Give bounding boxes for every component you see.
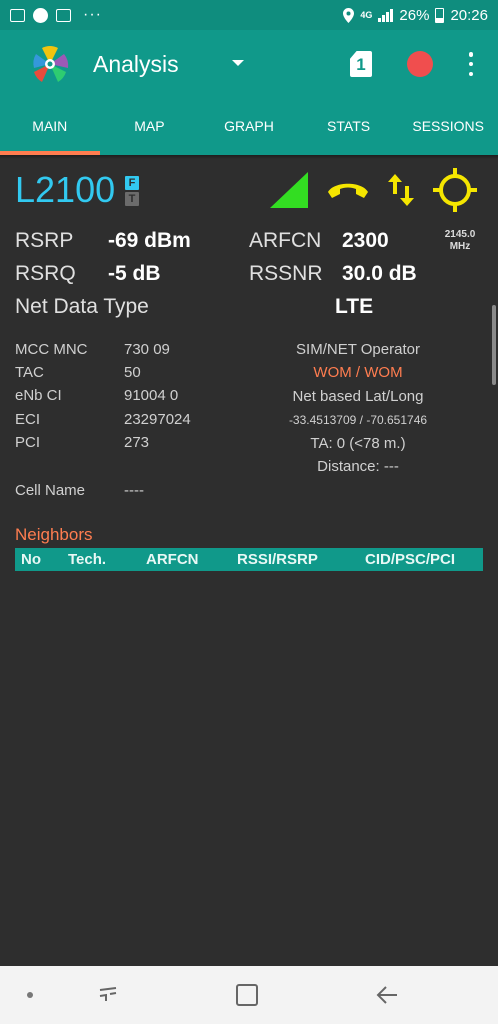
- dropdown-arrow-icon[interactable]: [232, 60, 244, 66]
- enb-ci-label: eNb CI: [15, 387, 62, 404]
- tac-label: TAC: [15, 364, 44, 381]
- cell-name-label: Cell Name: [15, 482, 86, 499]
- cell-signal-icon: [378, 8, 394, 22]
- column-tech: Tech.: [68, 551, 107, 568]
- arfcn-value: 2300: [342, 229, 389, 252]
- tab-stats[interactable]: STATS: [299, 100, 399, 155]
- eci-value: 23297024: [124, 411, 191, 428]
- technology-label: L2100: [15, 169, 116, 210]
- rsrq-value: -5 dB: [108, 262, 161, 285]
- crosshair-icon[interactable]: [433, 168, 477, 212]
- battery-icon: [435, 7, 445, 23]
- sim-card-icon[interactable]: 1: [350, 51, 372, 77]
- net-data-type-label: Net Data Type: [15, 295, 149, 318]
- badge-f: F: [125, 176, 139, 190]
- wom-notification-icon: [33, 7, 48, 23]
- app-bar: Analysis 1: [0, 30, 498, 100]
- distance: Distance: ---: [317, 458, 399, 475]
- pci-label: PCI: [15, 434, 41, 451]
- band-badges: F T: [125, 176, 139, 208]
- pci-value: 273: [124, 434, 150, 451]
- rsrp-value: -69 dBm: [108, 229, 191, 252]
- gallery-notification-icon: [10, 8, 25, 22]
- mcc-mnc-value: 730 09: [124, 341, 170, 358]
- nav-dot-icon[interactable]: [27, 992, 33, 998]
- eci-label: ECI: [15, 411, 41, 428]
- tab-main[interactable]: MAIN: [0, 100, 100, 155]
- clock: 20:26: [450, 6, 488, 24]
- badge-t: T: [125, 192, 139, 206]
- column-no: No: [21, 551, 41, 568]
- frequency: 2145.0 MHz: [440, 229, 480, 253]
- tab-map[interactable]: MAP: [100, 100, 200, 155]
- location-icon: [343, 7, 355, 23]
- net-data-type-value: LTE: [335, 295, 374, 318]
- operator-value: WOM / WOM: [313, 364, 403, 381]
- neighbors-table-header: No Tech. ARFCN RSSI/RSRP CID/PSC/PCI: [15, 548, 483, 571]
- frequency-unit: MHz: [449, 241, 471, 252]
- rssnr-label: RSSNR: [249, 262, 323, 285]
- signal-strength-icon: [270, 172, 308, 208]
- tab-shadow: [0, 155, 498, 159]
- status-bar: ··· 4G 26% 20:26: [0, 0, 498, 30]
- column-cid-psc-pci: CID/PSC/PCI: [365, 551, 456, 568]
- tab-graph[interactable]: GRAPH: [199, 100, 299, 155]
- tab-sessions[interactable]: SESSIONS: [398, 100, 498, 155]
- data-activity-icon: [388, 174, 414, 206]
- enb-ci-value: 91004 0: [124, 387, 179, 404]
- rsrp-label: RSRP: [15, 229, 74, 252]
- overflow-menu-icon[interactable]: [468, 52, 474, 76]
- call-state-icon: [328, 183, 368, 198]
- cell-name-value: ----: [124, 482, 144, 499]
- rssnr-value: 30.0 dB: [342, 262, 417, 285]
- rsrq-label: RSRQ: [15, 262, 76, 285]
- navigation-bar: [0, 966, 498, 1024]
- image-notification-icon: [56, 8, 71, 22]
- app-logo-icon[interactable]: [28, 42, 72, 86]
- operator-label: SIM/NET Operator: [296, 341, 420, 358]
- column-arfcn: ARFCN: [146, 551, 199, 568]
- back-icon[interactable]: [375, 984, 399, 1006]
- battery-percent: 26%: [399, 6, 430, 24]
- timing-advance: TA: 0 (<78 m.): [310, 435, 406, 452]
- network-type: 4G: [360, 9, 373, 20]
- home-button[interactable]: [236, 984, 258, 1006]
- record-button[interactable]: [407, 51, 433, 77]
- column-rssi-rsrp: RSSI/RSRP: [237, 551, 318, 568]
- arfcn-label: ARFCN: [249, 229, 322, 252]
- lat-long-label: Net based Lat/Long: [292, 388, 424, 405]
- lat-long-value: -33.4513709 / -70.651746: [288, 413, 428, 427]
- tac-value: 50: [124, 364, 141, 381]
- scrollbar[interactable]: [492, 305, 496, 385]
- neighbors-title: Neighbors: [15, 525, 93, 544]
- recent-apps-icon[interactable]: [96, 984, 120, 1006]
- mcc-mnc-label: MCC MNC: [15, 341, 88, 358]
- tab-bar: MAIN MAP GRAPH STATS SESSIONS: [0, 100, 498, 155]
- frequency-value: 2145.0: [444, 229, 476, 240]
- more-notifications-icon: ···: [83, 6, 102, 23]
- app-title[interactable]: Analysis: [93, 51, 179, 78]
